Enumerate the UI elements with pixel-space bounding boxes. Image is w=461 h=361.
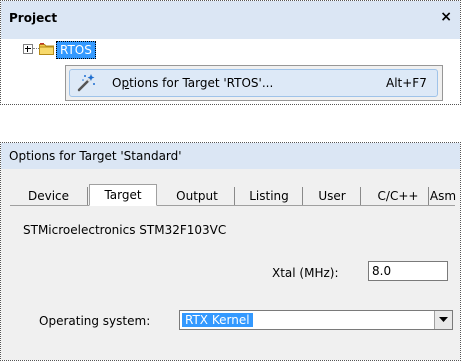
tab-asm[interactable]: Asm	[428, 187, 458, 205]
tab-output[interactable]: Output	[160, 187, 235, 205]
expand-icon[interactable]	[23, 44, 33, 54]
dialog-body: Device Target Output Listing User C/C++ …	[1, 169, 460, 360]
operating-system-label: Operating system:	[39, 314, 151, 328]
xtal-label: Xtal (MHz):	[272, 266, 339, 280]
options-dialog: Options for Target 'Standard' Device Tar…	[0, 142, 461, 361]
operating-system-value: RTX Kernel	[182, 313, 253, 327]
options-for-target-menu-item[interactable]: Options for Target 'RTOS'... Alt+F7	[69, 69, 438, 97]
tab-strip: Device Target Output Listing User C/C++ …	[10, 184, 458, 206]
project-title-bar: Project ×	[1, 1, 460, 39]
tree-item-label[interactable]: RTOS	[56, 41, 96, 59]
tab-baseline	[10, 205, 455, 206]
menu-item-shortcut: Alt+F7	[386, 76, 427, 90]
tab-listing[interactable]: Listing	[236, 187, 303, 205]
tab-c-cpp[interactable]: C/C++	[368, 187, 429, 205]
tab-target[interactable]: Target	[89, 184, 157, 206]
menu-item-label: Options for Target 'RTOS'...	[112, 76, 274, 90]
magic-wand-icon	[77, 74, 95, 92]
folder-icon	[39, 43, 54, 55]
dialog-title: Options for Target 'Standard'	[9, 149, 182, 163]
operating-system-select[interactable]: RTX Kernel	[179, 310, 453, 330]
dialog-title-bar: Options for Target 'Standard'	[1, 143, 460, 169]
close-icon[interactable]: ×	[440, 9, 452, 25]
context-menu: Options for Target 'RTOS'... Alt+F7	[65, 65, 443, 101]
dropdown-arrow-icon[interactable]	[434, 311, 452, 329]
tab-device[interactable]: Device	[10, 187, 88, 205]
xtal-input[interactable]	[368, 261, 448, 281]
tab-user[interactable]: User	[304, 187, 361, 205]
project-window: Project × RTOS Options for Target 'RTOS'…	[0, 0, 461, 105]
device-name: STMicroelectronics STM32F103VC	[23, 223, 227, 237]
project-title: Project	[9, 11, 58, 25]
